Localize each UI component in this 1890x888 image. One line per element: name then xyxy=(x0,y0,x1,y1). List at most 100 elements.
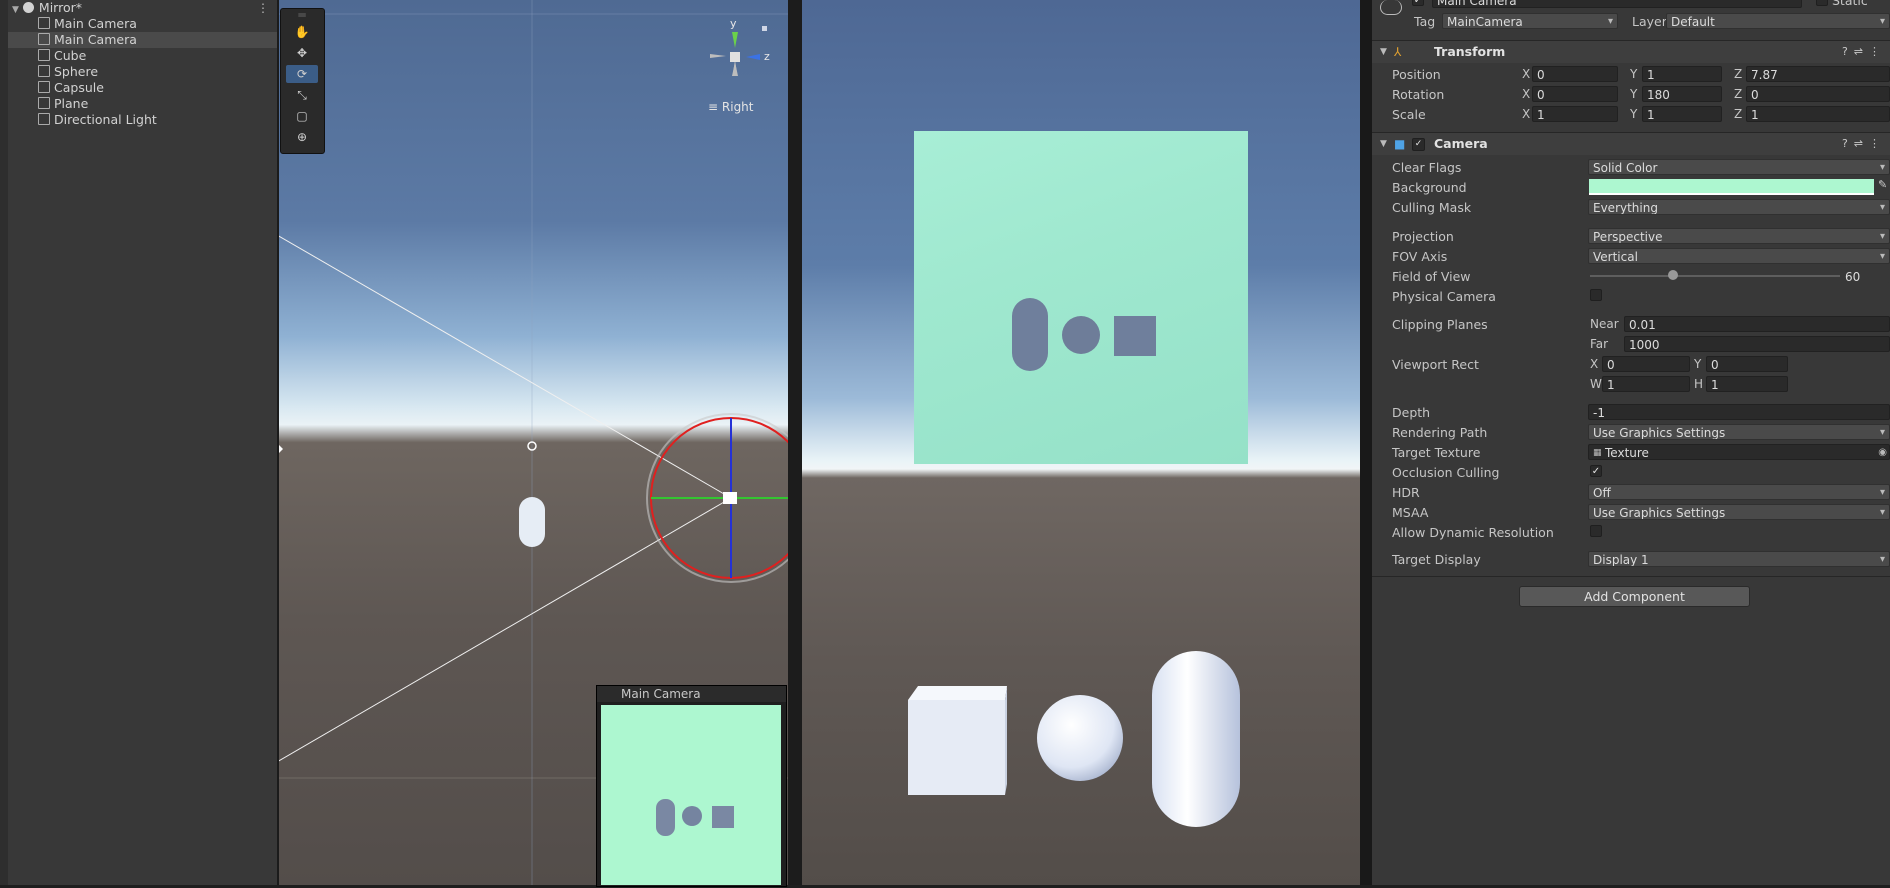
far-label: Far xyxy=(1590,337,1609,351)
target-texture-label: Target Texture xyxy=(1392,445,1481,460)
camera-title: Camera xyxy=(1434,136,1488,151)
transform-tool-icon[interactable]: ⊕ xyxy=(286,128,318,146)
hierarchy-item-plane[interactable]: Plane xyxy=(8,96,277,112)
object-name-input[interactable]: Main Camera xyxy=(1432,0,1802,8)
menu-icon: ≡ xyxy=(708,100,719,114)
viewport-w-field[interactable]: 1 xyxy=(1602,376,1690,392)
camera-preview-title: Main Camera xyxy=(621,687,701,701)
position-z-field[interactable]: 7.87 xyxy=(1746,66,1890,82)
viewport-h-field[interactable]: 1 xyxy=(1706,376,1788,392)
fov-slider-thumb[interactable] xyxy=(1668,270,1678,280)
camera-component-icon: ■ xyxy=(1394,137,1406,151)
add-component-button[interactable]: Add Component xyxy=(1519,586,1750,607)
position-x-field[interactable]: 0 xyxy=(1532,66,1618,82)
viewport-y-field[interactable]: 0 xyxy=(1706,356,1788,372)
fov-axis-dropdown[interactable]: Vertical xyxy=(1588,248,1890,264)
rotate-tool-icon[interactable]: ⟳ xyxy=(286,65,318,83)
target-display-label: Target Display xyxy=(1392,552,1481,567)
hierarchy-item-label: Cube xyxy=(54,48,87,63)
transform-icon: ⅄ xyxy=(1394,45,1402,59)
scale-z-field[interactable]: 1 xyxy=(1746,106,1890,122)
hierarchy-item-main-camera-selected[interactable]: Main Camera xyxy=(8,32,277,48)
camera-preview-render xyxy=(656,799,734,836)
axis-w-label: W xyxy=(1590,377,1602,391)
rotation-label: Rotation xyxy=(1392,87,1445,102)
projection-dropdown[interactable]: Perspective xyxy=(1588,228,1890,244)
static-checkbox[interactable] xyxy=(1816,0,1828,6)
scale-tool-icon[interactable]: ⤡ xyxy=(286,86,318,104)
fov-value-field[interactable]: 60 xyxy=(1840,268,1890,284)
gameobject-active-checkbox[interactable]: ✓ xyxy=(1412,0,1424,6)
gameobject-icon xyxy=(38,65,50,77)
component-header-icons[interactable]: ?⇌⋮ xyxy=(1842,41,1886,63)
scene-name: Mirror* xyxy=(38,0,83,15)
transform-header[interactable]: ▼ ⅄ Transform ?⇌⋮ xyxy=(1372,40,1890,63)
allow-dynamic-resolution-checkbox[interactable] xyxy=(1590,525,1602,537)
clear-flags-dropdown[interactable]: Solid Color xyxy=(1588,159,1890,175)
hierarchy-item-capsule[interactable]: Capsule xyxy=(8,80,277,96)
background-color-swatch[interactable] xyxy=(1589,179,1874,195)
hierarchy-item-main-camera[interactable]: Main Camera xyxy=(8,16,277,32)
msaa-dropdown[interactable]: Use Graphics Settings xyxy=(1588,504,1890,520)
near-clip-field[interactable]: 0.01 xyxy=(1624,316,1890,332)
target-texture-field[interactable]: ▦ Texture ◉ xyxy=(1588,444,1890,460)
component-header-icons[interactable]: ?⇌⋮ xyxy=(1842,133,1886,155)
rotation-y-field[interactable]: 180 xyxy=(1642,86,1722,102)
axis-h-label: H xyxy=(1694,377,1704,391)
foldout-arrow-icon[interactable]: ▼ xyxy=(1380,41,1387,63)
scale-y-field[interactable]: 1 xyxy=(1642,106,1722,122)
scene-tool-palette: ═ ✋ ✥ ⟳ ⤡ ▢ ⊕ xyxy=(280,8,325,154)
component-divider xyxy=(1372,576,1890,577)
camera-header[interactable]: ▼ ■ ✓ Camera ?⇌⋮ xyxy=(1372,132,1890,155)
eyedropper-icon[interactable]: ✎ xyxy=(1878,178,1887,191)
hand-tool-icon[interactable]: ✋ xyxy=(286,23,318,41)
hierarchy-item-sphere[interactable]: Sphere xyxy=(8,64,277,80)
hierarchy-item-cube[interactable]: Cube xyxy=(8,48,277,64)
target-texture-value: Texture xyxy=(1605,446,1649,460)
axis-z-label: Z xyxy=(1734,67,1743,81)
axis-y-label: Y xyxy=(1694,357,1702,371)
hierarchy-item-label: Sphere xyxy=(54,64,99,79)
view-orientation-label[interactable]: ≡ Right xyxy=(708,100,754,114)
viewport-x-field[interactable]: 0 xyxy=(1602,356,1690,372)
camera-preview-title-bar[interactable]: Main Camera xyxy=(597,686,786,702)
msaa-label: MSAA xyxy=(1392,505,1429,520)
depth-field[interactable]: -1 xyxy=(1588,404,1890,420)
culling-mask-label: Culling Mask xyxy=(1392,200,1472,215)
hierarchy-item-label: Main Camera xyxy=(54,32,137,47)
axis-z-label: Z xyxy=(1734,87,1743,101)
camera-enabled-checkbox[interactable]: ✓ xyxy=(1412,138,1425,151)
tag-label: Tag xyxy=(1414,14,1436,29)
move-tool-icon[interactable]: ✥ xyxy=(286,44,318,62)
panel-divider[interactable] xyxy=(788,0,802,885)
scale-label: Scale xyxy=(1392,107,1426,122)
scene-root-row[interactable]: ▼ Mirror* ⋮ xyxy=(8,0,277,16)
more-options-icon[interactable]: ⋮ xyxy=(257,0,269,16)
panel-divider-right[interactable] xyxy=(1360,0,1372,885)
rotation-z-field[interactable]: 0 xyxy=(1746,86,1890,102)
position-y-field[interactable]: 1 xyxy=(1642,66,1722,82)
rect-tool-icon[interactable]: ▢ xyxy=(286,107,318,125)
occlusion-culling-checkbox[interactable]: ✓ xyxy=(1590,465,1602,477)
scale-x-field[interactable]: 1 xyxy=(1532,106,1618,122)
static-label: Static xyxy=(1832,0,1868,8)
rotation-x-field[interactable]: 0 xyxy=(1532,86,1618,102)
rendering-path-dropdown[interactable]: Use Graphics Settings xyxy=(1588,424,1890,440)
far-clip-field[interactable]: 1000 xyxy=(1624,336,1890,352)
hdr-dropdown[interactable]: Off xyxy=(1588,484,1890,500)
viewport-rect-label: Viewport Rect xyxy=(1392,357,1479,372)
foldout-arrow-icon[interactable]: ▼ xyxy=(1380,133,1387,155)
orientation-gizmo[interactable]: y z xyxy=(702,17,772,90)
culling-mask-dropdown[interactable]: Everything xyxy=(1588,199,1890,215)
gameobject-icon xyxy=(38,113,50,125)
hierarchy-item-directional-light[interactable]: Directional Light xyxy=(8,112,277,128)
tag-dropdown[interactable]: MainCamera xyxy=(1442,13,1618,29)
object-picker-icon[interactable]: ◉ xyxy=(1878,445,1887,459)
target-display-dropdown[interactable]: Display 1 xyxy=(1588,551,1890,567)
physical-camera-checkbox[interactable] xyxy=(1590,289,1602,301)
drag-handle-icon[interactable]: ═ xyxy=(286,9,318,21)
inspector-panel: ✓ Main Camera Static Tag MainCamera Laye… xyxy=(1372,0,1890,885)
fov-slider-track[interactable] xyxy=(1590,275,1844,277)
clipping-planes-label: Clipping Planes xyxy=(1392,317,1488,332)
layer-dropdown[interactable]: Default xyxy=(1666,13,1890,29)
